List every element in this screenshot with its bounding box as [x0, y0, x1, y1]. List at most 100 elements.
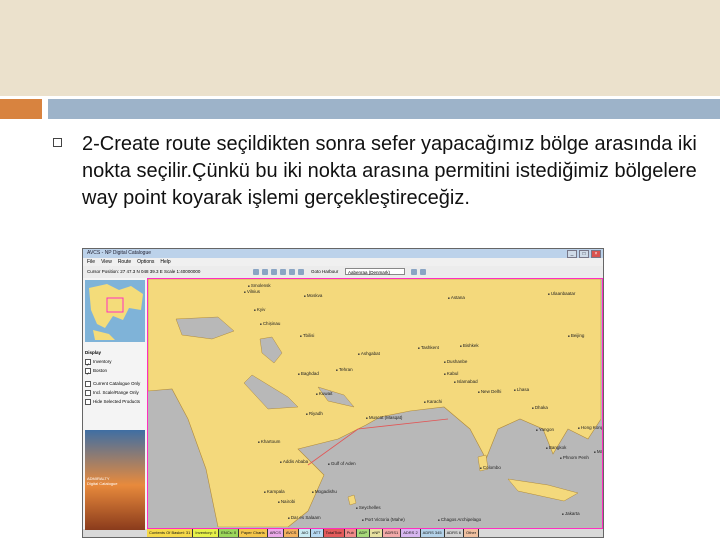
map-place-label: Chagos Archipelago [438, 517, 481, 522]
status-tab[interactable]: AIO [299, 529, 312, 537]
help-icon[interactable] [420, 269, 426, 275]
map-place-label: Baghdad [298, 371, 319, 376]
status-tab[interactable]: ADRS 6 [444, 529, 465, 537]
map-place-label: Kuwait [316, 391, 333, 396]
cursor-position-readout: Cursor Position: 27 47.3 N 048 39.3 E Sc… [87, 269, 201, 274]
brand-text: ADMIRALTY Digital Catalogue [87, 476, 118, 486]
close-button[interactable]: × [591, 250, 601, 258]
go-icon[interactable] [411, 269, 417, 275]
status-tab[interactable]: ENCs: 0 [219, 529, 240, 537]
menu-bar: File View Route Options Help [83, 258, 603, 266]
map-place-label: Manila [594, 449, 602, 454]
menu-file[interactable]: File [87, 258, 95, 266]
zoom-out-icon[interactable] [262, 269, 268, 275]
checkbox-icon[interactable] [85, 398, 91, 405]
status-tab[interactable]: Other [464, 529, 480, 537]
map-place-label: Astana [448, 295, 465, 300]
goto-harbour-label: Goto Harbour [311, 269, 339, 274]
map-place-label: Islamabad [454, 379, 478, 384]
map-place-label: Tehran [336, 367, 353, 372]
menu-help[interactable]: Help [160, 258, 170, 266]
pan-icon[interactable] [271, 269, 277, 275]
status-tab[interactable]: ATT [311, 529, 324, 537]
status-tab[interactable]: TotalTide [323, 529, 345, 537]
display-heading: Display [85, 350, 102, 355]
app-screenshot: AVCS - NP Digital Catalogue _ □ × File V… [82, 248, 604, 538]
status-tab[interactable]: ADRS1 [382, 529, 402, 537]
checkbox-checked-icon[interactable]: ✓ [85, 358, 91, 367]
map-place-label: Khartoum [258, 439, 281, 444]
accent-bar-orange [0, 99, 42, 119]
display-inventory[interactable]: ✓Inventory [85, 357, 145, 367]
map-place-label: Beijing [568, 333, 585, 338]
map-place-label: Karachi [424, 399, 442, 404]
select-icon[interactable] [280, 269, 286, 275]
harbour-select[interactable]: Aabenraa (Denmark) [345, 268, 405, 275]
accent-bar-blue [48, 99, 720, 119]
checkbox-icon[interactable] [85, 389, 91, 396]
window-title: AVCS - NP Digital Catalogue _ □ × [83, 249, 603, 258]
map-place-label: Yangon [536, 427, 554, 432]
map-place-label: Smolensk [248, 283, 271, 288]
zoom-in-icon[interactable] [253, 269, 259, 275]
map-place-label: Seychelles [356, 505, 381, 510]
status-tab[interactable]: ADRS 345 [420, 529, 445, 537]
map-place-label: Mogadishu [312, 489, 337, 494]
map-place-label: Ulaanbaatar [548, 291, 576, 296]
map-place-label: Chișinau [260, 321, 281, 326]
map-place-label: Tbilisi [300, 333, 315, 338]
title-band [0, 0, 720, 96]
map-land [148, 279, 601, 527]
chart-map[interactable]: SmolenskVilnius Kyiv Moskva Chișinau Tbilisi… [147, 278, 603, 529]
map-place-label: Dar es Salaam [288, 515, 321, 520]
status-tab[interactable]: Inventory: 0 [193, 529, 220, 537]
route-icon[interactable] [289, 269, 295, 275]
map-place-label: Kampala [264, 489, 285, 494]
map-place-label: Port Victoria (Mahe) [362, 517, 405, 522]
map-place-label: Gulf of Aden [328, 461, 356, 466]
option-hide-selected[interactable]: Hide Selected Products [85, 397, 145, 406]
map-place-label: Colombo [480, 465, 501, 470]
map-place-label: Lhasa [514, 387, 529, 392]
window-controls: _ □ × [567, 250, 601, 258]
bullet-icon [53, 138, 62, 147]
overview-map[interactable] [85, 280, 145, 342]
checkbox-icon[interactable] [85, 380, 91, 387]
status-tab[interactable]: ADP [356, 529, 371, 537]
map-place-label: Dushanbe [444, 359, 468, 364]
map-place-label: Vilnius [244, 289, 260, 294]
map-place-label: Tashkent [418, 345, 439, 350]
map-place-label: Kabul [444, 371, 459, 376]
map-place-label: Moskva [304, 293, 323, 298]
status-tab[interactable]: Contents Of Basket: 31 [147, 529, 194, 537]
checkbox-checked-icon[interactable]: ✓ [85, 367, 91, 376]
menu-options[interactable]: Options [137, 258, 154, 266]
map-place-label: Hong Kong [578, 425, 602, 430]
map-place-label: Bangkok [546, 445, 567, 450]
status-bar: Contents Of Basket: 31 Inventory: 0 ENCs: … [147, 529, 603, 537]
map-place-label: Ashgabat [358, 351, 380, 356]
maximize-button[interactable]: □ [579, 250, 589, 258]
option-scale-range[interactable]: Incl. Scale/Range Only [85, 388, 145, 397]
map-place-label: Dhaka [532, 405, 548, 410]
status-tab[interactable]: ADRS 2 [401, 529, 421, 537]
map-place-label: Riyadh [306, 411, 323, 416]
map-place-label: Nairobi [278, 499, 295, 504]
map-place-label: Phnom Penh [560, 455, 589, 460]
status-tab[interactable]: ARCS [267, 529, 284, 537]
status-tab[interactable]: AVCS [283, 529, 300, 537]
status-tab[interactable]: eNP [370, 529, 383, 537]
display-boston[interactable]: ✓Boston [85, 366, 145, 376]
map-place-label: Addis Ababa [280, 459, 308, 464]
option-current-catalogue[interactable]: Current Catalogue Only [85, 379, 145, 388]
status-tab[interactable]: Pub [344, 529, 357, 537]
slide-body-text: 2-Create route seçildikten sonra sefer y… [82, 133, 697, 209]
window-title-text: AVCS - NP Digital Catalogue [87, 250, 152, 256]
menu-route[interactable]: Route [118, 258, 131, 266]
map-place-label: Muscat (Masqat) [366, 415, 403, 420]
menu-view[interactable]: View [101, 258, 112, 266]
minimize-button[interactable]: _ [567, 250, 577, 258]
print-icon[interactable] [298, 269, 304, 275]
map-place-label: Jakarta [562, 511, 580, 516]
status-tab[interactable]: Paper Charts [239, 529, 268, 537]
